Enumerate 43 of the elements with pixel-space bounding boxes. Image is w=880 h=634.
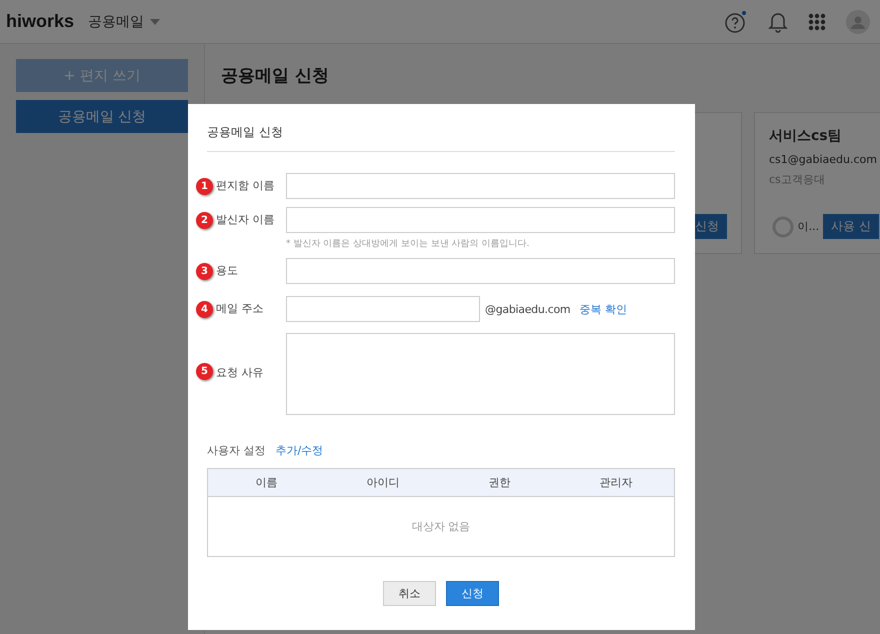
cancel-button[interactable]: 취소 bbox=[383, 581, 436, 606]
add-edit-link[interactable]: 추가/수정 bbox=[276, 443, 324, 458]
column-header: 관리자 bbox=[598, 475, 634, 490]
field-label: 용도 bbox=[215, 263, 239, 279]
user-avatar-icon bbox=[772, 216, 794, 238]
empty-message: 대상자 없음 bbox=[412, 519, 470, 534]
user-name: 이... bbox=[798, 219, 820, 234]
duplicate-check-link[interactable]: 중복 확인 bbox=[579, 302, 627, 316]
reason-textarea[interactable] bbox=[286, 333, 675, 415]
step-number-badge: 5 bbox=[196, 363, 213, 380]
column-header: 이름 bbox=[254, 475, 278, 490]
section-label: 사용자 설정 bbox=[207, 443, 266, 458]
email-domain: @gabiaedu.com bbox=[485, 302, 570, 316]
column-header: 아이디 bbox=[365, 475, 400, 490]
email-input-field[interactable] bbox=[286, 296, 480, 322]
submit-button[interactable]: 신청 bbox=[446, 581, 499, 606]
step-number-badge: 1 bbox=[196, 178, 213, 195]
help-icon[interactable] bbox=[724, 10, 748, 34]
input-field[interactable] bbox=[286, 173, 675, 199]
page-title: 공용메일 신청 bbox=[221, 65, 330, 87]
card-email: cs1@gabiaedu.com bbox=[769, 153, 878, 166]
step-number-badge: 4 bbox=[196, 301, 213, 318]
logo[interactable]: hiworks bbox=[6, 11, 74, 32]
input-field[interactable] bbox=[286, 258, 675, 284]
input-field[interactable] bbox=[286, 207, 675, 233]
step-number-badge: 2 bbox=[196, 212, 213, 229]
field-label: 요청 사유 bbox=[215, 365, 264, 381]
bell-icon[interactable] bbox=[768, 10, 788, 32]
step-number-badge: 3 bbox=[196, 263, 213, 280]
use-request-button[interactable]: 사용 신 bbox=[823, 214, 879, 239]
caret-icon bbox=[150, 18, 160, 24]
apps-grid-icon[interactable] bbox=[808, 12, 826, 30]
dialog-title: 공용메일 신청 bbox=[207, 104, 675, 152]
column-header: 권한 bbox=[487, 475, 512, 490]
field-label: 편지함 이름 bbox=[215, 178, 276, 194]
app-menu[interactable]: 공용메일 bbox=[88, 12, 160, 30]
field-label: 발신자 이름 bbox=[215, 212, 276, 228]
request-button[interactable]: 공용메일 신청 bbox=[16, 100, 188, 133]
hint-text: * 발신자 이름은 상대방에게 보이는 보낸 사람의 이름입니다. bbox=[286, 238, 530, 250]
card-title: 서비스cs팀 bbox=[769, 127, 843, 145]
card-description: cs고객응대 bbox=[769, 172, 826, 187]
field-label: 메일 주소 bbox=[215, 301, 264, 317]
avatar-icon[interactable] bbox=[846, 10, 870, 34]
